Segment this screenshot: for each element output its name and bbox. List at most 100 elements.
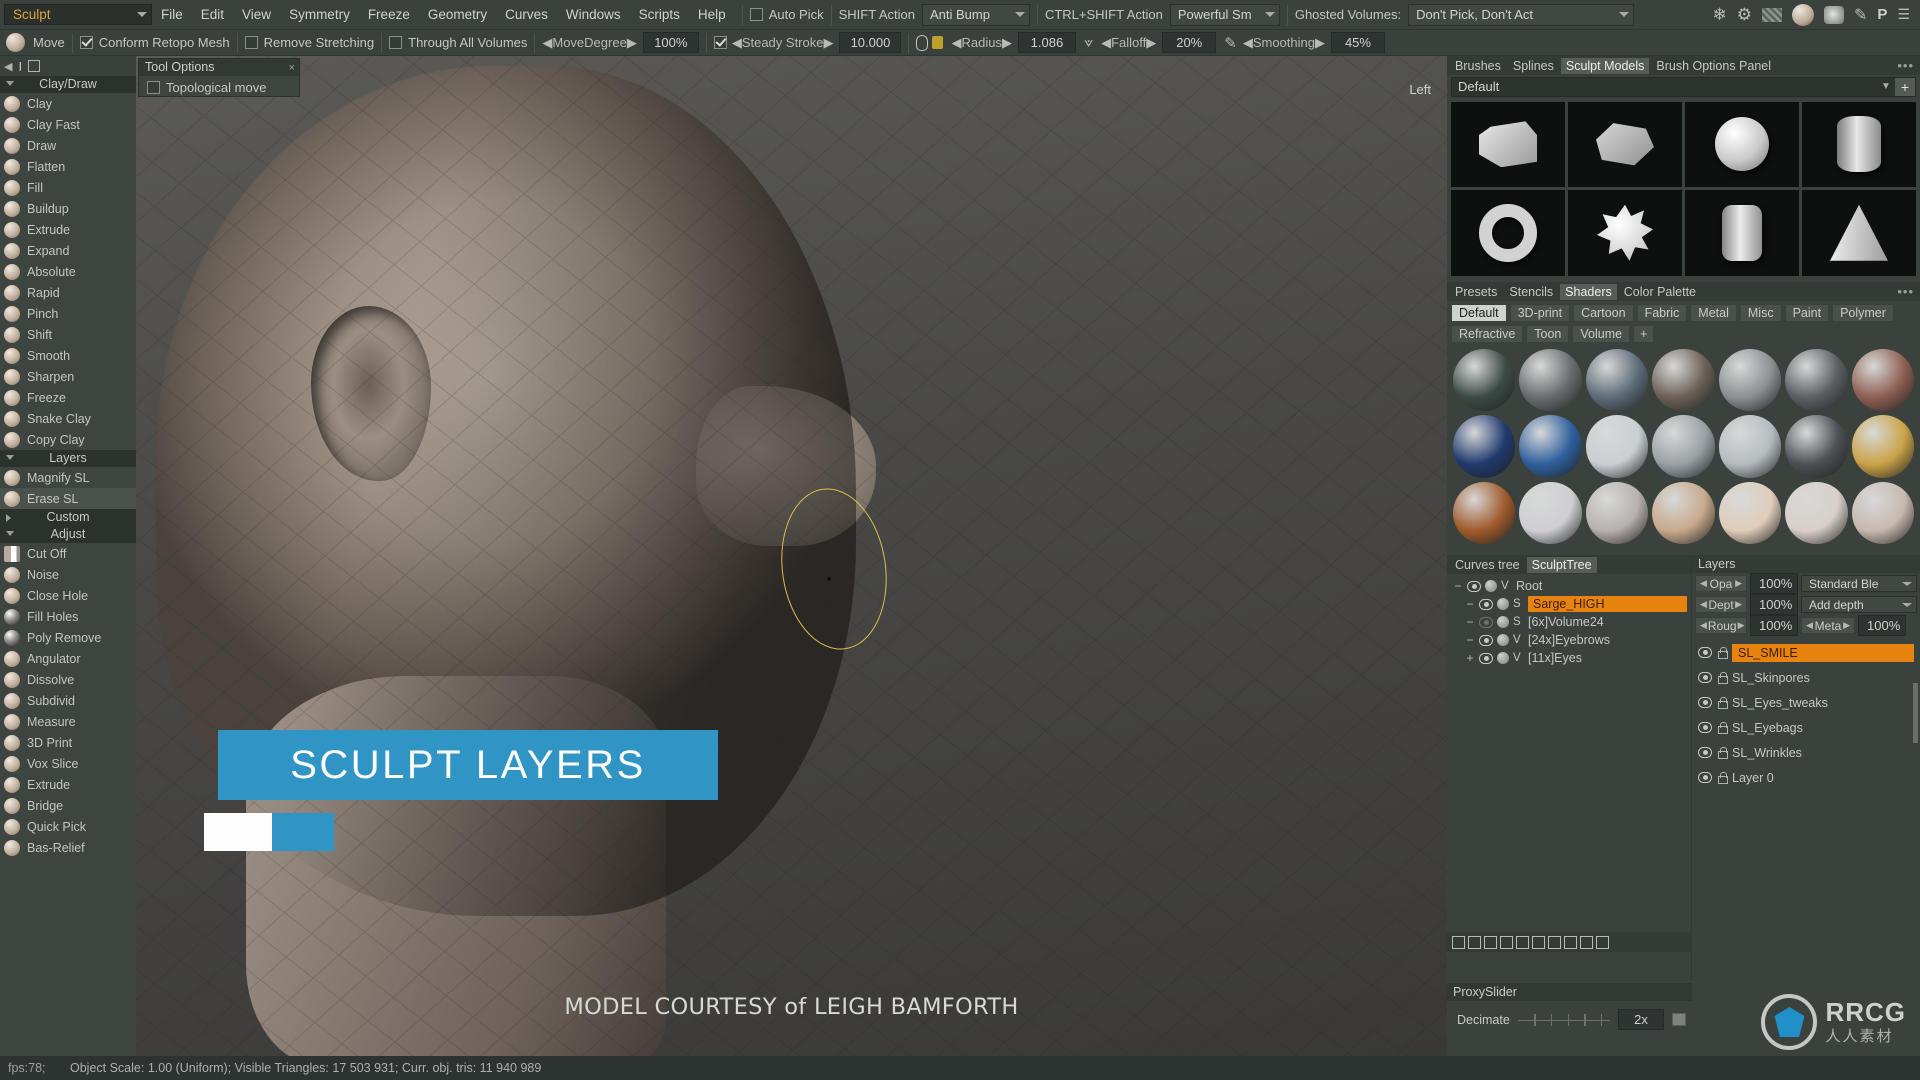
- shader-sphere-icon[interactable]: [1485, 580, 1497, 592]
- shader-category-toon[interactable]: Toon: [1526, 325, 1570, 343]
- layer-row[interactable]: Layer 0: [1692, 765, 1920, 790]
- falloff-curve-icon[interactable]: ⟇: [1084, 34, 1093, 51]
- eye-icon[interactable]: [1479, 652, 1493, 664]
- layer-row[interactable]: SL_SMILE: [1692, 640, 1920, 665]
- tool-copy-clay[interactable]: Copy Clay: [0, 429, 136, 450]
- sculpt-model-cell[interactable]: [1568, 102, 1682, 187]
- lock-icon[interactable]: [1717, 746, 1728, 759]
- tool-close-hole[interactable]: Close Hole: [0, 585, 136, 606]
- shader-swatch[interactable]: [1718, 481, 1782, 545]
- shader-swatch[interactable]: [1585, 481, 1649, 545]
- menu-freeze[interactable]: Freeze: [359, 7, 419, 22]
- collapse-icon[interactable]: −: [1453, 579, 1463, 593]
- delete-icon[interactable]: [1580, 935, 1593, 949]
- decimate-slider[interactable]: [1517, 1013, 1610, 1026]
- pen-icon[interactable]: ✎: [1854, 5, 1867, 25]
- tab-sculpttree[interactable]: SculptTree: [1526, 556, 1597, 573]
- panel-menu-icon[interactable]: •••: [1897, 284, 1920, 299]
- collapse-icon[interactable]: −: [1465, 597, 1475, 611]
- eye-icon[interactable]: [1698, 647, 1712, 658]
- tool-group-adjust[interactable]: Adjust: [0, 526, 136, 543]
- layer-row[interactable]: SL_Wrinkles: [1692, 740, 1920, 765]
- shader-sphere-icon[interactable]: [1497, 652, 1509, 664]
- shader-swatch[interactable]: [1652, 415, 1715, 478]
- metalness-stepper[interactable]: ◀ Meta ▶: [1801, 617, 1855, 634]
- shader-sphere-icon[interactable]: [1497, 616, 1509, 628]
- shader-swatch[interactable]: [1519, 415, 1582, 478]
- tab-presets[interactable]: Presets: [1450, 284, 1502, 300]
- tool-shift[interactable]: Shift: [0, 324, 136, 345]
- layer-name[interactable]: SL_Wrinkles: [1732, 746, 1802, 760]
- tool-vox-slice[interactable]: Vox Slice: [0, 753, 136, 774]
- tree-node-name[interactable]: [6x]Volume24: [1528, 615, 1604, 629]
- layer-name[interactable]: SL_Skinpores: [1732, 671, 1810, 685]
- lock-icon[interactable]: [1717, 721, 1728, 734]
- tool-bridge[interactable]: Bridge: [0, 795, 136, 816]
- grid-icon[interactable]: [1548, 935, 1561, 949]
- add-volume-icon[interactable]: [1452, 935, 1465, 949]
- shader-swatch[interactable]: [1519, 349, 1582, 412]
- layer-row[interactable]: SL_Skinpores: [1692, 665, 1920, 690]
- preset-selector[interactable]: Default ▼ +: [1451, 77, 1916, 97]
- tool-clay-fast[interactable]: Clay Fast: [0, 114, 136, 135]
- export-icon[interactable]: [1596, 935, 1609, 949]
- shader-swatch[interactable]: [1652, 481, 1715, 545]
- toggle-surface-icon[interactable]: [1500, 935, 1513, 949]
- tool-angulator[interactable]: Angulator: [0, 648, 136, 669]
- save-volume-icon[interactable]: [1516, 935, 1529, 949]
- layer-name[interactable]: SL_SMILE: [1732, 643, 1914, 662]
- tab-curves-tree[interactable]: Curves tree: [1450, 557, 1525, 573]
- tool-group-layers[interactable]: Layers: [0, 450, 136, 467]
- tool-cut-off[interactable]: Cut Off: [0, 543, 136, 564]
- shader-swatch[interactable]: [1718, 349, 1782, 412]
- eye-icon[interactable]: [1698, 722, 1712, 733]
- tree-node-name[interactable]: [11x]Eyes: [1528, 651, 1582, 665]
- tool-bas-relief[interactable]: Bas-Relief: [0, 837, 136, 858]
- smoothing-stepper[interactable]: ◀Smoothing▶: [1243, 35, 1325, 51]
- p-icon[interactable]: P: [1877, 6, 1887, 23]
- tab-splines[interactable]: Splines: [1508, 58, 1559, 74]
- tool-extrude[interactable]: Extrude: [0, 219, 136, 240]
- shader-swatch[interactable]: [1519, 481, 1582, 545]
- panel-menu-icon[interactable]: •••: [1897, 58, 1920, 73]
- lock-icon[interactable]: [1717, 671, 1728, 684]
- eye-icon[interactable]: [1698, 772, 1712, 783]
- move-degree-stepper[interactable]: ◀MoveDegree▶: [542, 35, 636, 51]
- tool-noise[interactable]: Noise: [0, 564, 136, 585]
- lock-icon[interactable]: [1717, 696, 1728, 709]
- text-tool-icon[interactable]: I: [18, 59, 22, 74]
- tool-3d-print[interactable]: 3D Print: [0, 732, 136, 753]
- depth-mode-combo[interactable]: Add depth: [1801, 596, 1917, 613]
- sculpt-model-cell[interactable]: [1685, 189, 1799, 276]
- pencil-icon[interactable]: ✎: [1224, 34, 1237, 52]
- layer-name[interactable]: SL_Eyes_tweaks: [1732, 696, 1828, 710]
- snowflake-icon[interactable]: ❄: [1713, 5, 1727, 25]
- shader-swatch[interactable]: [1785, 415, 1848, 478]
- remove-stretching-checkbox[interactable]: [244, 36, 258, 49]
- tree-node-name[interactable]: Root: [1516, 579, 1542, 593]
- tool-poly-remove[interactable]: Poly Remove: [0, 627, 136, 648]
- menu-file[interactable]: File: [152, 7, 192, 22]
- radius-value[interactable]: 1.086: [1017, 32, 1076, 53]
- menu-symmetry[interactable]: Symmetry: [280, 7, 359, 22]
- sculpt-tree-row[interactable]: − S [6x]Volume24: [1447, 613, 1691, 631]
- decimate-value[interactable]: 2x: [1618, 1009, 1664, 1030]
- menu-help[interactable]: Help: [689, 7, 735, 22]
- menu-windows[interactable]: Windows: [557, 7, 630, 22]
- sculpt-model-cell[interactable]: [1451, 189, 1565, 276]
- tool-rapid[interactable]: Rapid: [0, 282, 136, 303]
- sculpt-model-cell[interactable]: [1802, 189, 1916, 276]
- through-all-volumes-checkbox[interactable]: [389, 36, 403, 49]
- layer-row[interactable]: SL_Eyebags: [1692, 715, 1920, 740]
- tool-buildup[interactable]: Buildup: [0, 198, 136, 219]
- light-icon[interactable]: [1824, 5, 1845, 24]
- mouse-icon[interactable]: [916, 34, 929, 51]
- smoothing-value[interactable]: 45%: [1330, 32, 1385, 53]
- menu-view[interactable]: View: [233, 7, 280, 22]
- sculpt-tree-row[interactable]: − V [24x]Eyebrows: [1447, 631, 1691, 649]
- sculpt-model-cell[interactable]: [1802, 102, 1916, 187]
- shader-swatch[interactable]: [1851, 415, 1915, 478]
- shift-action-combo[interactable]: Anti Bump: [921, 3, 1030, 26]
- chevron-down-icon[interactable]: ▼: [1877, 78, 1895, 96]
- tool-fill[interactable]: Fill: [0, 177, 136, 198]
